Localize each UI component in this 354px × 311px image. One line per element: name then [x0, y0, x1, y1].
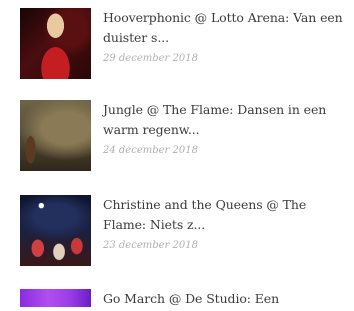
article-title-link[interactable]: Christine and the Queens @ The Flame: Ni… — [103, 195, 353, 235]
article-title-link[interactable]: Hooverphonic @ Lotto Arena: Van een duis… — [103, 8, 353, 48]
article-title-link[interactable]: Go March @ De Studio: Een — [103, 289, 353, 309]
article-text: Go March @ De Studio: Een — [103, 289, 353, 309]
article-thumbnail[interactable] — [20, 289, 91, 307]
article-text: Jungle @ The Flame: Dansen in een warm r… — [103, 100, 353, 158]
article-date: 29 december 2018 — [103, 53, 198, 64]
article-item[interactable]: Go March @ De Studio: Een — [20, 289, 350, 311]
article-text: Christine and the Queens @ The Flame: Ni… — [103, 195, 353, 253]
article-title-link[interactable]: Jungle @ The Flame: Dansen in een warm r… — [103, 100, 353, 140]
article-date: 23 december 2018 — [103, 240, 198, 251]
article-thumbnail[interactable] — [20, 8, 91, 79]
article-date: 24 december 2018 — [103, 145, 198, 156]
article-item[interactable]: Jungle @ The Flame: Dansen in een warm r… — [20, 100, 350, 172]
article-item[interactable]: Hooverphonic @ Lotto Arena: Van een duis… — [20, 8, 350, 80]
article-item[interactable]: Christine and the Queens @ The Flame: Ni… — [20, 195, 350, 267]
article-thumbnail[interactable] — [20, 195, 91, 266]
article-text: Hooverphonic @ Lotto Arena: Van een duis… — [103, 8, 353, 66]
article-thumbnail[interactable] — [20, 100, 91, 171]
